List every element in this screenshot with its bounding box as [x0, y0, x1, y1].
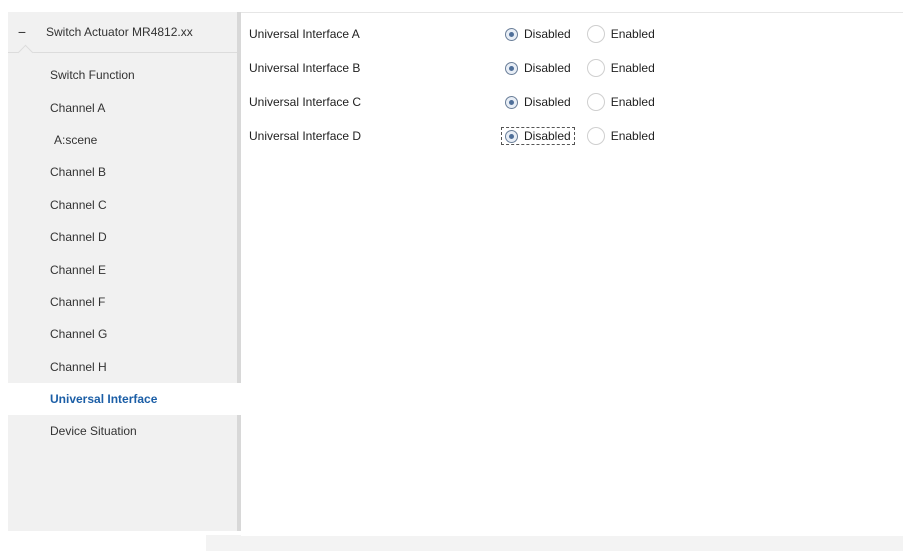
parameter-panel: Universal Interface A Disabled Enabled U… — [241, 12, 903, 536]
option-label: Disabled — [524, 27, 571, 41]
radio-unchecked-icon[interactable] — [586, 93, 605, 111]
param-label: Universal Interface B — [249, 61, 361, 75]
sidebar-item-label: A:scene — [54, 132, 98, 147]
sidebar-item-label: Channel C — [50, 197, 107, 212]
radio-checked-icon[interactable] — [505, 95, 518, 109]
radio-unchecked-icon[interactable] — [586, 25, 605, 43]
sidebar-item-label: Channel A — [50, 100, 106, 115]
sidebar-item-channel-e[interactable]: Channel E — [8, 253, 237, 285]
option-label: Enabled — [610, 61, 655, 75]
sidebar-item-a-scene[interactable]: A:scene — [8, 124, 237, 156]
option-disabled[interactable]: Disabled — [501, 93, 575, 111]
nav-list: Switch Function Channel A A:scene Channe… — [8, 59, 241, 448]
option-enabled[interactable]: Enabled — [583, 23, 659, 45]
param-label: Universal Interface A — [249, 27, 360, 41]
radio-group: Disabled Enabled — [501, 23, 667, 45]
sidebar-item-channel-g[interactable]: Channel G — [8, 318, 237, 350]
param-row-universal-interface-b: Universal Interface B Disabled Enabled — [249, 58, 889, 78]
option-disabled[interactable]: Disabled — [501, 25, 575, 43]
sidebar-item-channel-h[interactable]: Channel H — [8, 351, 237, 383]
param-label: Universal Interface C — [249, 95, 362, 109]
sidebar-item-channel-c[interactable]: Channel C — [8, 189, 237, 221]
sidebar-item-label: Channel B — [50, 165, 107, 180]
option-label: Disabled — [524, 61, 571, 75]
option-enabled[interactable]: Enabled — [583, 125, 659, 147]
option-disabled[interactable]: Disabled — [501, 127, 575, 145]
collapse-icon[interactable]: − — [16, 25, 28, 39]
param-label: Universal Interface D — [249, 129, 362, 143]
app-window: − Switch Actuator MR4812.xx Switch Funct… — [0, 0, 903, 551]
sidebar-item-channel-b[interactable]: Channel B — [8, 156, 237, 188]
radio-unchecked-icon[interactable] — [586, 127, 605, 145]
radio-group: Disabled Enabled — [501, 125, 667, 147]
radio-group: Disabled Enabled — [501, 91, 667, 113]
sidebar-item-channel-d[interactable]: Channel D — [8, 221, 237, 253]
bottom-bar — [206, 535, 903, 551]
sidebar-item-label: Channel H — [50, 359, 107, 374]
sidebar-item-channel-f[interactable]: Channel F — [8, 286, 237, 318]
sidebar-item-label: Switch Function — [50, 68, 135, 83]
tree-root-label: Switch Actuator MR4812.xx — [46, 25, 193, 39]
radio-unchecked-icon[interactable] — [586, 59, 605, 77]
sidebar-item-switch-function[interactable]: Switch Function — [8, 59, 237, 91]
option-label: Disabled — [524, 95, 571, 109]
sidebar-item-label: Channel D — [50, 230, 107, 245]
tree-root-item[interactable]: − Switch Actuator MR4812.xx — [8, 12, 237, 61]
sidebar-item-label: Channel G — [50, 327, 108, 342]
option-label: Enabled — [610, 129, 655, 143]
param-row-universal-interface-c: Universal Interface C Disabled Enabled — [249, 92, 889, 112]
sidebar-item-label: Channel F — [50, 294, 106, 309]
radio-group: Disabled Enabled — [501, 57, 667, 79]
sidebar-item-channel-a[interactable]: Channel A — [8, 91, 237, 123]
radio-checked-icon[interactable] — [505, 27, 518, 41]
radio-checked-icon[interactable] — [505, 61, 518, 75]
sidebar-item-label: Channel E — [50, 262, 107, 277]
param-row-universal-interface-d: Universal Interface D Disabled Enabled — [249, 126, 889, 146]
option-label: Enabled — [610, 27, 655, 41]
sidebar-item-label: Universal Interface — [50, 392, 158, 407]
option-enabled[interactable]: Enabled — [583, 57, 659, 79]
sidebar-item-universal-interface[interactable]: Universal Interface — [8, 382, 241, 416]
option-label: Disabled — [524, 129, 571, 143]
sidebar: − Switch Actuator MR4812.xx Switch Funct… — [8, 12, 241, 531]
bottom-strip — [8, 531, 206, 551]
option-disabled[interactable]: Disabled — [501, 59, 575, 77]
tree-pointer — [17, 44, 34, 61]
option-enabled[interactable]: Enabled — [583, 91, 659, 113]
sidebar-item-label: Device Situation — [50, 424, 137, 439]
sidebar-item-device-situation[interactable]: Device Situation — [8, 415, 237, 447]
option-label: Enabled — [610, 95, 655, 109]
param-row-universal-interface-a: Universal Interface A Disabled Enabled — [249, 24, 889, 44]
radio-checked-icon[interactable] — [505, 129, 518, 143]
